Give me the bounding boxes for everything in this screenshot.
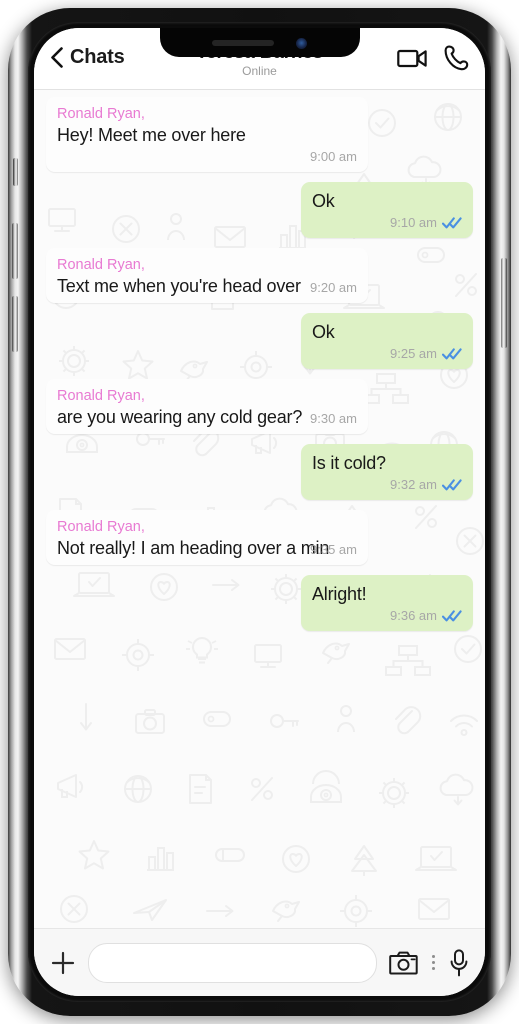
read-receipt-double-check-icon [442, 609, 462, 621]
message-input[interactable] [88, 942, 377, 983]
message-sender-name: Ronald Ryan, [57, 519, 145, 535]
message-list[interactable]: Ronald Ryan, Hey! Meet me over here 9:00 a… [34, 89, 485, 929]
message-text: Hey! Meet me over here [57, 125, 246, 145]
message-meta: 9:36 am [312, 607, 462, 624]
message-row: Ronald Ryan, Text me when you're head ove… [34, 248, 485, 303]
message-meta: 9:10 am [312, 214, 462, 231]
video-camera-icon[interactable] [397, 47, 428, 69]
message-row: Ok 9:25 am [34, 313, 485, 369]
message-input-bar [34, 928, 485, 996]
message-row: Alright! 9:36 am [34, 575, 485, 631]
message-timestamp: 9:35 am [310, 542, 357, 557]
message-timestamp: 9:00 am [310, 149, 357, 164]
message-row: Ronald Ryan, Hey! Meet me over here 9:00 a… [34, 97, 485, 172]
read-receipt-double-check-icon [442, 216, 462, 228]
incoming-message-bubble[interactable]: Ronald Ryan, Not really! I am heading ove… [46, 510, 368, 565]
incoming-message-bubble[interactable]: Ronald Ryan, are you wearing any cold gea… [46, 379, 368, 434]
message-sender-name: Ronald Ryan, [57, 257, 145, 273]
header-actions [397, 45, 469, 71]
message-meta: 9:32 am [312, 476, 462, 493]
message-text: Ok [312, 322, 335, 342]
outgoing-message-bubble[interactable]: Ok 9:10 am [301, 182, 473, 238]
dot [432, 967, 435, 970]
phone-device-frame: Chats Teresa Barnes Online [8, 8, 511, 1016]
message-text: Is it cold? [312, 453, 386, 473]
message-timestamp: 9:10 am [390, 215, 437, 230]
microphone-icon[interactable] [449, 948, 469, 977]
outgoing-message-bubble[interactable]: Ok 9:25 am [301, 313, 473, 369]
message-timestamp: 9:36 am [390, 608, 437, 623]
silent-switch[interactable] [13, 158, 18, 186]
message-timestamp: 9:32 am [390, 477, 437, 492]
messages-container: Ronald Ryan, Hey! Meet me over here 9:00 a… [34, 89, 485, 651]
message-timestamp: 9:20 am [310, 280, 357, 295]
message-meta: 9:00 am [57, 148, 357, 165]
read-receipt-double-check-icon [442, 347, 462, 359]
read-receipt-double-check-icon [442, 478, 462, 490]
message-meta: 9:25 am [312, 345, 462, 362]
message-timestamp: 9:25 am [390, 346, 437, 361]
outgoing-message-bubble[interactable]: Is it cold? 9:32 am [301, 444, 473, 500]
message-row: Is it cold? 9:32 am [34, 444, 485, 500]
message-text: Alright! [312, 584, 367, 604]
message-row: Ronald Ryan, Not really! I am heading ove… [34, 510, 485, 565]
back-to-chats-button[interactable]: Chats [50, 46, 125, 69]
dot [432, 961, 435, 964]
message-sender-name: Ronald Ryan, [57, 106, 145, 122]
plus-icon[interactable] [50, 950, 76, 976]
message-row: Ronald Ryan, are you wearing any cold gea… [34, 379, 485, 434]
dot [432, 955, 435, 958]
incoming-message-bubble[interactable]: Ronald Ryan, Hey! Meet me over here 9:00 a… [46, 97, 368, 172]
back-label: Chats [70, 46, 125, 68]
incoming-message-bubble[interactable]: Ronald Ryan, Text me when you're head ove… [46, 248, 368, 303]
outgoing-message-bubble[interactable]: Alright! 9:36 am [301, 575, 473, 631]
message-sender-name: Ronald Ryan, [57, 388, 145, 404]
chevron-left-icon [51, 47, 63, 68]
volume-up-button[interactable] [12, 223, 18, 279]
volume-down-button[interactable] [12, 296, 18, 352]
speaker-grille-icon [211, 40, 274, 46]
notch [159, 28, 360, 57]
message-text: Ok [312, 191, 335, 211]
vertical-dots-icon[interactable] [430, 955, 437, 970]
power-button[interactable] [501, 258, 507, 348]
front-camera-icon [295, 38, 307, 49]
phone-handset-icon[interactable] [444, 45, 469, 71]
phone-screen: Chats Teresa Barnes Online [34, 28, 485, 996]
message-row: Ok 9:10 am [34, 182, 485, 238]
camera-icon[interactable] [389, 951, 418, 975]
message-timestamp: 9:30 am [310, 411, 357, 426]
